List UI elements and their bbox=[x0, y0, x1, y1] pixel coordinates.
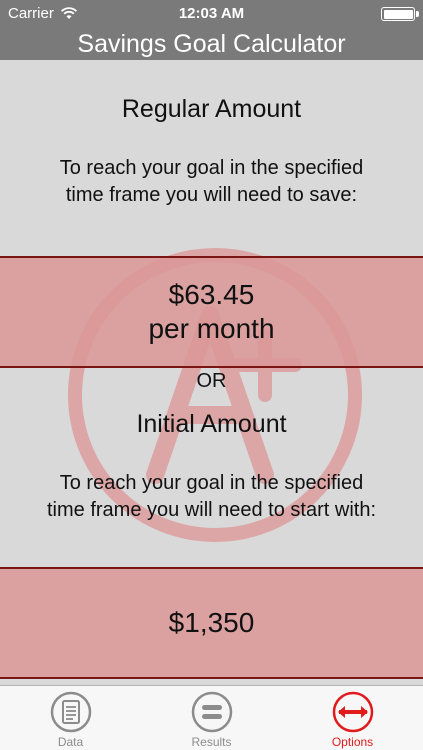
regular-amount-description: To reach your goal in the specified time… bbox=[59, 157, 364, 206]
equals-icon bbox=[191, 691, 232, 733]
or-divider-label: OR bbox=[196, 370, 227, 392]
initial-amount-result: $1,350 bbox=[0, 567, 423, 679]
status-bar: Carrier 12:03 AM bbox=[0, 0, 423, 28]
regular-amount-period: per month bbox=[148, 313, 275, 344]
nav-title: Savings Goal Calculator bbox=[0, 28, 423, 60]
tab-bar: Data Results Options bbox=[0, 685, 423, 750]
battery-icon bbox=[381, 7, 419, 21]
status-time: 12:03 AM bbox=[178, 5, 245, 22]
tab-results-label: Results bbox=[191, 735, 232, 749]
tab-data-label: Data bbox=[57, 735, 84, 749]
regular-amount-heading: Regular Amount bbox=[121, 95, 302, 123]
initial-amount-heading: Initial Amount bbox=[136, 410, 287, 438]
regular-amount-result: $63.45 per month bbox=[0, 256, 423, 368]
results-content: Regular Amount To reach your goal in the… bbox=[0, 60, 423, 685]
tab-options[interactable]: Options bbox=[282, 686, 423, 750]
arrows-icon bbox=[332, 691, 373, 733]
initial-amount-description: To reach your goal in the specified time… bbox=[46, 472, 376, 521]
notepad-icon bbox=[50, 691, 91, 733]
tab-data[interactable]: Data bbox=[0, 686, 141, 750]
tab-options-label: Options bbox=[331, 735, 374, 749]
tab-results[interactable]: Results bbox=[141, 686, 282, 750]
initial-amount-value: $1,350 bbox=[168, 607, 255, 638]
regular-amount-value: $63.45 bbox=[168, 279, 255, 310]
